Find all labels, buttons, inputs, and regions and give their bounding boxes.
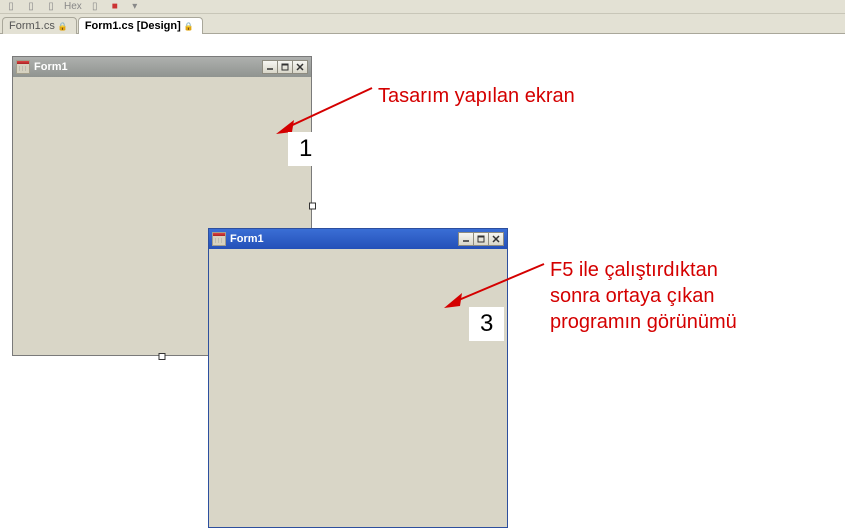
lock-icon: 🔒: [184, 22, 194, 31]
tab-form1-code[interactable]: Form1.cs 🔒: [2, 17, 77, 34]
annotation-2-line1: F5 ile çalıştırdıktan: [550, 257, 737, 283]
titlebar-design[interactable]: Form1: [13, 57, 311, 77]
tab-label: Form1.cs: [9, 20, 55, 32]
toolbar-dropdown-icon: ▾: [128, 2, 142, 12]
maximize-button[interactable]: [277, 60, 293, 74]
debug-toolbar: ▯ ▯ ▯ Hex ▯ ■ ▾: [0, 0, 845, 14]
resize-handle-right[interactable]: [309, 203, 316, 210]
annotation-1-text: Tasarım yapılan ekran: [378, 83, 575, 109]
minimize-button[interactable]: [458, 232, 474, 246]
maximize-icon: [281, 63, 289, 71]
toolbar-icon-step2: ▯: [24, 2, 38, 12]
close-icon: [296, 63, 304, 71]
toolbar-icon-step3: ▯: [44, 2, 58, 12]
close-icon: [492, 235, 500, 243]
toolbar-icon-stop: ■: [108, 2, 122, 12]
minimize-icon: [462, 235, 470, 243]
document-tabs: Form1.cs 🔒 Form1.cs [Design] 🔒: [0, 14, 845, 34]
minimize-button[interactable]: [262, 60, 278, 74]
annotation-2-number: 3: [469, 307, 504, 341]
maximize-icon: [477, 235, 485, 243]
form1-runtime-window[interactable]: Form1: [208, 228, 508, 528]
window-buttons: [459, 232, 504, 246]
toolbar-hex-label: Hex: [64, 1, 82, 12]
maximize-button[interactable]: [473, 232, 489, 246]
annotation-2-text: F5 ile çalıştırdıktan sonra ortaya çıkan…: [550, 257, 737, 335]
form-icon: [16, 60, 30, 74]
form-title: Form1: [34, 61, 68, 73]
window-buttons: [263, 60, 308, 74]
form-client-area[interactable]: [209, 249, 507, 527]
close-button[interactable]: [292, 60, 308, 74]
form-icon: [212, 232, 226, 246]
close-button[interactable]: [488, 232, 504, 246]
resize-handle-bottom[interactable]: [159, 353, 166, 360]
toolbar-icon-step: ▯: [4, 2, 18, 12]
titlebar-run[interactable]: Form1: [209, 229, 507, 249]
annotation-1-number: 1: [288, 132, 323, 166]
lock-icon: 🔒: [58, 22, 68, 31]
tab-form1-design[interactable]: Form1.cs [Design] 🔒: [78, 17, 203, 34]
form-title: Form1: [230, 233, 264, 245]
minimize-icon: [266, 63, 274, 71]
annotation-2-line2: sonra ortaya çıkan: [550, 283, 737, 309]
tab-label: Form1.cs [Design]: [85, 20, 181, 32]
toolbar-icon-misc: ▯: [88, 2, 102, 12]
annotation-2-line3: programın görünümü: [550, 309, 737, 335]
